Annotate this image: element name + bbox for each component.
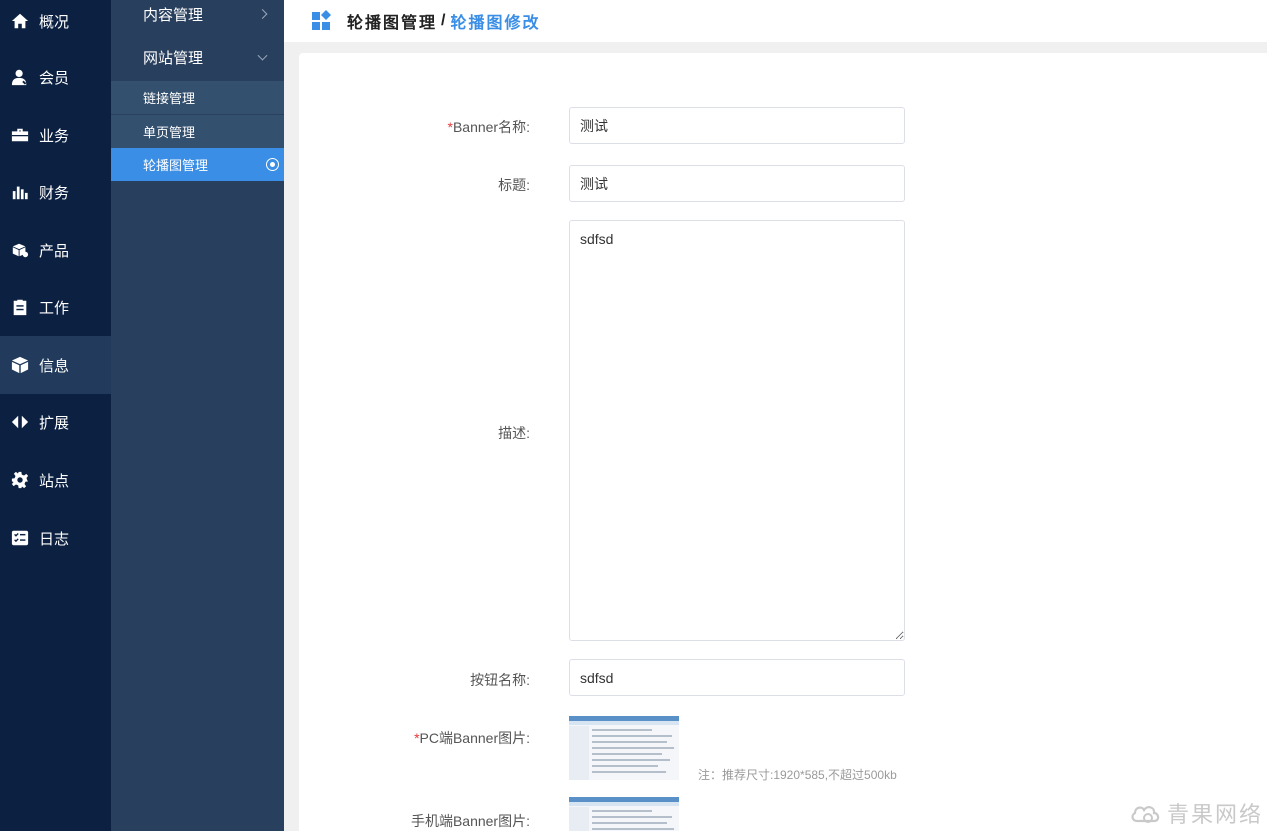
cube-icon bbox=[10, 355, 30, 375]
nav-item-business[interactable]: 业务 bbox=[0, 106, 111, 164]
chevron-right-icon bbox=[257, 9, 268, 19]
page-header: 轮播图管理 / 轮播图修改 bbox=[284, 0, 1267, 42]
description-textarea[interactable]: sdfsd bbox=[569, 220, 905, 641]
nav-item-finance[interactable]: 财务 bbox=[0, 163, 111, 221]
form-panel: *Banner名称: 标题: 描述: sdfsd 按钮名称: *PC端Banne… bbox=[299, 53, 1267, 831]
box-icon bbox=[10, 240, 30, 260]
chevron-down-icon bbox=[257, 50, 268, 61]
mobile-image-label: 手机端Banner图片: bbox=[410, 813, 530, 829]
pc-image-label: *PC端Banner图片: bbox=[414, 730, 530, 746]
nav-item-overview[interactable]: 概况 bbox=[0, 0, 111, 50]
nav-group-label: 内容管理 bbox=[143, 6, 204, 24]
nav-sub-pages[interactable]: 单页管理 bbox=[111, 115, 284, 148]
nav-item-label: 扩展 bbox=[39, 414, 70, 432]
banner-name-label: *Banner名称: bbox=[447, 119, 531, 135]
image-size-note: 注：推荐尺寸:1920*585,不超过500kb bbox=[698, 768, 897, 782]
title-input[interactable] bbox=[569, 165, 905, 202]
nav-item-label: 日志 bbox=[39, 530, 70, 548]
mobile-banner-image[interactable] bbox=[569, 797, 679, 831]
secondary-sidebar: 内容管理 网站管理 链接管理 单页管理 轮播图管理 bbox=[111, 0, 284, 831]
pc-banner-image[interactable] bbox=[569, 716, 679, 780]
button-name-input[interactable] bbox=[569, 659, 905, 696]
nav-item-label: 站点 bbox=[39, 472, 70, 490]
radio-selected-icon bbox=[266, 158, 279, 171]
nav-sub-links[interactable]: 链接管理 bbox=[111, 81, 284, 114]
briefcase-icon bbox=[10, 125, 30, 145]
nav-group-label: 网站管理 bbox=[143, 49, 204, 67]
watermark-text: 青果网络 bbox=[1166, 802, 1263, 827]
watermark: 青果网络 bbox=[1129, 797, 1263, 829]
nav-item-label: 概况 bbox=[39, 13, 70, 31]
banner-name-input[interactable] bbox=[569, 107, 905, 144]
nav-item-products[interactable]: 产品 bbox=[0, 221, 111, 279]
description-label: 描述: bbox=[498, 425, 530, 441]
nav-sub-banners[interactable]: 轮播图管理 bbox=[111, 148, 284, 181]
nav-item-extensions[interactable]: 扩展 bbox=[0, 393, 111, 451]
primary-sidebar: 概况 会员 业务 财务 产品 工作 信息 扩展 站点 日志 bbox=[0, 0, 111, 831]
clipboard-icon bbox=[10, 297, 30, 317]
nav-item-label: 信息 bbox=[39, 357, 70, 375]
nav-group-website[interactable]: 网站管理 bbox=[111, 36, 284, 78]
nav-sub-label: 轮播图管理 bbox=[143, 158, 209, 173]
dashboard-icon bbox=[312, 10, 331, 30]
nav-item-site[interactable]: 站点 bbox=[0, 451, 111, 509]
nav-sub-label: 单页管理 bbox=[143, 125, 196, 140]
bar-chart-icon bbox=[10, 182, 30, 202]
gear-icon bbox=[10, 470, 30, 490]
user-icon bbox=[10, 67, 30, 87]
title-label: 标题: bbox=[498, 177, 530, 193]
breadcrumb-current: 轮播图修改 bbox=[450, 15, 541, 32]
breadcrumb-parent[interactable]: 轮播图管理 bbox=[347, 9, 437, 33]
nav-item-label: 会员 bbox=[39, 69, 70, 87]
nav-item-label: 财务 bbox=[39, 184, 70, 202]
nav-item-logs[interactable]: 日志 bbox=[0, 509, 111, 567]
button-name-label: 按钮名称: bbox=[470, 672, 530, 688]
home-icon bbox=[10, 11, 30, 31]
cloud-logo-icon bbox=[1131, 806, 1160, 823]
nav-item-label: 工作 bbox=[39, 299, 70, 317]
nav-item-work[interactable]: 工作 bbox=[0, 278, 111, 336]
nav-group-content[interactable]: 内容管理 bbox=[111, 0, 284, 28]
breadcrumb-separator: / bbox=[441, 12, 446, 29]
nav-item-label: 业务 bbox=[39, 127, 70, 145]
nav-item-info[interactable]: 信息 bbox=[0, 336, 111, 394]
checklist-icon bbox=[10, 528, 30, 548]
arrows-icon bbox=[10, 412, 30, 432]
nav-sub-label: 链接管理 bbox=[143, 91, 196, 106]
nav-item-members[interactable]: 会员 bbox=[0, 48, 111, 106]
nav-item-label: 产品 bbox=[39, 242, 70, 260]
